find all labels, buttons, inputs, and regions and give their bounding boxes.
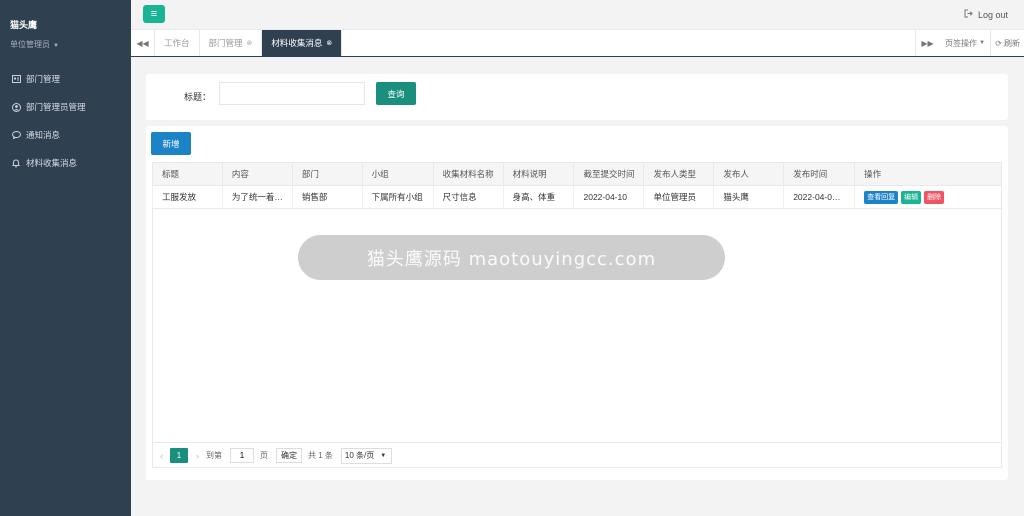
data-table: 标题 内容 部门 小组 收集材料名称 材料说明 截至提交时间 发布人类型 发布人…	[152, 162, 1002, 209]
column-header: 操作	[854, 162, 1002, 186]
column-header: 收集材料名称	[432, 162, 504, 186]
sidebar: 猫头鹰 单位管理员 ▼ 部门管理 部门管理员管理 通知消息 材料收集消息	[0, 0, 131, 516]
tab-label: 材料收集消息	[271, 38, 323, 48]
table-cell: 销售部	[291, 185, 363, 209]
goto-page-input[interactable]	[230, 448, 254, 463]
column-header: 截至提交时间	[573, 162, 645, 186]
sidebar-item-label: 部门管理	[26, 74, 61, 84]
column-header: 发布人类型	[643, 162, 715, 186]
table-cell: 为了统一着…	[221, 185, 293, 209]
column-header: 发布时间	[783, 162, 856, 186]
column-header: 内容	[221, 162, 293, 186]
pagination: ‹ 1 › 到第 页 确定 共 1 条 10 条/页 ▼	[152, 442, 1002, 468]
watermark-banner: 猫头鹰源码 maotouyingcc.com	[298, 235, 725, 280]
table-header-row: 标题 内容 部门 小组 收集材料名称 材料说明 截至提交时间 发布人类型 发布人…	[152, 162, 1002, 186]
table-cell: 身高、体重	[502, 185, 574, 209]
search-panel: 标题： 查询	[146, 74, 1008, 120]
tab-label: 部门管理	[208, 38, 243, 48]
sidebar-item-label: 材料收集消息	[26, 158, 78, 168]
table-cell: 2022-04-0…	[783, 185, 855, 209]
add-button[interactable]: 新增	[151, 132, 191, 155]
sign-out-icon	[964, 9, 973, 20]
sidebar-nav: 部门管理 部门管理员管理 通知消息 材料收集消息	[0, 65, 131, 177]
prev-page-icon[interactable]: ‹	[160, 451, 163, 461]
close-icon[interactable]: ⊗	[247, 39, 253, 47]
user-name: 猫头鹰	[10, 20, 38, 30]
table-cell: 下属所有小组	[361, 185, 434, 209]
double-chevron-right-icon: ▶▶	[921, 38, 934, 48]
user-role-label: 单位管理员	[10, 40, 50, 49]
id-card-icon	[11, 74, 21, 84]
delete-button[interactable]: 删除	[924, 190, 945, 204]
table-cell: 尺寸信息	[432, 185, 504, 209]
bell-icon	[11, 158, 21, 168]
sidebar-item-department[interactable]: 部门管理	[0, 65, 131, 93]
column-header: 发布人	[713, 162, 785, 186]
tab-department[interactable]: 部门管理 ⊗	[200, 30, 263, 56]
table-cell: 猫头鹰	[713, 185, 784, 209]
top-navbar: ≡ Log out	[131, 0, 1024, 30]
page-tabs: 工作台 部门管理 ⊗ 材料收集消息 ⊗	[155, 30, 343, 56]
tab-workbench[interactable]: 工作台	[155, 30, 200, 56]
view-replies-button[interactable]: 查看回复	[864, 190, 899, 204]
page-operations-dropdown[interactable]: 页签操作 ▼	[939, 30, 985, 56]
user-profile: 猫头鹰 单位管理员 ▼	[0, 0, 131, 65]
column-header: 材料说明	[502, 162, 575, 186]
total-count: 共 1 条	[308, 451, 333, 460]
tab-material-messages[interactable]: 材料收集消息 ⊗	[262, 30, 343, 56]
page-number-current[interactable]: 1	[170, 448, 188, 463]
tab-scroll-left-button[interactable]: ◀◀	[131, 30, 155, 56]
column-header: 小组	[361, 162, 434, 186]
page-ops-label: 页签操作	[945, 38, 977, 48]
goto-confirm-button[interactable]: 确定	[276, 448, 302, 463]
table-cell: 工服发放	[152, 185, 223, 209]
refresh-icon: ⟳	[995, 38, 1002, 48]
close-icon[interactable]: ⊗	[326, 39, 332, 47]
table-row[interactable]: 工服发放 为了统一着… 销售部 下属所有小组 尺寸信息 身高、体重 2022-0…	[152, 185, 1002, 209]
actions-cell: 查看回复 编辑 删除	[854, 185, 1002, 209]
tabs-bar: ◀◀ 工作台 部门管理 ⊗ 材料收集消息 ⊗ ▶▶ 页签操作 ▼ ⟳ 刷新	[131, 30, 1024, 57]
sidebar-item-department-admin[interactable]: 部门管理员管理	[0, 93, 131, 121]
double-chevron-left-icon: ◀◀	[136, 38, 149, 48]
user-role-dropdown[interactable]: 单位管理员 ▼	[10, 39, 121, 50]
next-page-icon[interactable]: ›	[196, 451, 199, 461]
user-circle-icon	[11, 102, 21, 112]
logout-label: Log out	[977, 9, 1008, 20]
chat-bubble-icon	[11, 130, 21, 140]
column-header: 标题	[152, 162, 223, 186]
sidebar-item-material-messages[interactable]: 材料收集消息	[0, 149, 131, 177]
sidebar-item-label: 通知消息	[26, 130, 61, 140]
page-size-value: 10 条/页	[344, 451, 375, 460]
tab-label: 工作台	[164, 38, 190, 48]
refresh-button[interactable]: ⟳ 刷新	[990, 30, 1020, 56]
title-filter-label: 标题：	[184, 92, 212, 102]
query-button[interactable]: 查询	[376, 82, 416, 105]
title-search-input[interactable]	[219, 82, 365, 105]
menu-toggle-button[interactable]: ≡	[143, 5, 165, 23]
caret-down-icon: ▼	[979, 40, 985, 46]
hamburger-icon: ≡	[150, 8, 158, 20]
logout-button[interactable]: Log out	[964, 9, 1008, 20]
table-cell: 单位管理员	[643, 185, 714, 209]
page-size-select[interactable]: 10 条/页 ▼	[340, 447, 393, 464]
caret-down-icon: ▼	[53, 43, 59, 49]
caret-down-icon: ▼	[380, 452, 387, 459]
table-cell: 2022-04-10	[573, 185, 644, 209]
tab-scroll-right-button[interactable]: ▶▶	[915, 30, 939, 56]
page-unit-label: 页	[260, 451, 268, 460]
edit-button[interactable]: 编辑	[901, 190, 922, 204]
goto-label: 到第	[206, 451, 222, 460]
table-panel: 新增 标题 内容 部门 小组 收集材料名称 材料说明 截至提交时间 发布人类型 …	[146, 126, 1008, 480]
sidebar-item-label: 部门管理员管理	[26, 102, 86, 112]
refresh-label: 刷新	[1004, 38, 1020, 48]
column-header: 部门	[291, 162, 363, 186]
sidebar-item-notifications[interactable]: 通知消息	[0, 121, 131, 149]
